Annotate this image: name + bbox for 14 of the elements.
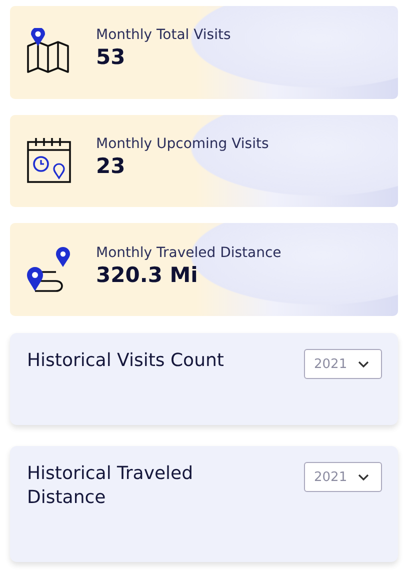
chevron-down-icon (358, 474, 369, 481)
year-dropdown[interactable]: 2021 (304, 349, 382, 380)
route-icon (26, 244, 72, 295)
stat-value: 23 (96, 154, 126, 178)
card-title: Historical Visits Count (27, 349, 224, 374)
calendar-icon (26, 136, 72, 186)
stat-label: Monthly Total Visits (96, 27, 231, 44)
chevron-down-icon (358, 360, 369, 368)
stat-value: 320.3 Mi (96, 262, 199, 287)
card-title: Historical Traveled Distance (27, 462, 194, 510)
stat-label: Monthly Upcoming Visits (96, 136, 269, 152)
year-dropdown[interactable]: 2021 (304, 462, 382, 492)
stat-value: 53 (96, 45, 126, 70)
stat-label: Monthly Traveled Distance (96, 244, 282, 261)
